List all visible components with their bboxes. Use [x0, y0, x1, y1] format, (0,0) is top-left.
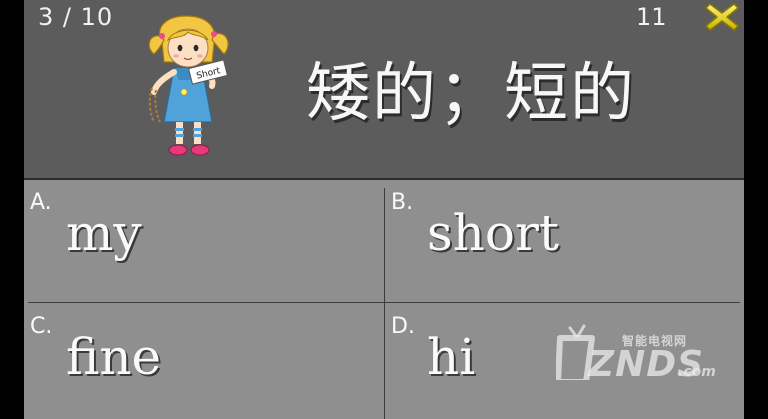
answer-option-c[interactable]: C. fine [24, 304, 384, 419]
watermark-suffix: .com [678, 364, 716, 380]
answer-option-b[interactable]: B. short [385, 180, 744, 302]
option-letter: C. [30, 314, 53, 339]
girl-holding-sign-illustration: Short [140, 10, 240, 162]
close-button[interactable] [704, 0, 740, 34]
option-word: hi [427, 328, 476, 386]
question-progress: 3 / 10 [38, 3, 114, 31]
grid-divider-horizontal [28, 302, 740, 303]
znds-watermark: 智能电视网 ZNDS .com [556, 320, 726, 390]
option-word: fine [66, 328, 162, 386]
option-letter: B. [391, 190, 414, 215]
quiz-screen: 3 / 10 11 Short 矮的；短的 A. my B. short C. … [0, 0, 768, 419]
question-prompt: 矮的；短的 [306, 57, 636, 131]
option-letter: A. [30, 190, 52, 215]
countdown-timer: 11 [636, 3, 667, 31]
option-word: short [427, 204, 559, 262]
option-letter: D. [391, 314, 415, 339]
close-icon [705, 3, 739, 31]
option-word: my [66, 204, 142, 262]
answer-option-a[interactable]: A. my [24, 180, 384, 302]
